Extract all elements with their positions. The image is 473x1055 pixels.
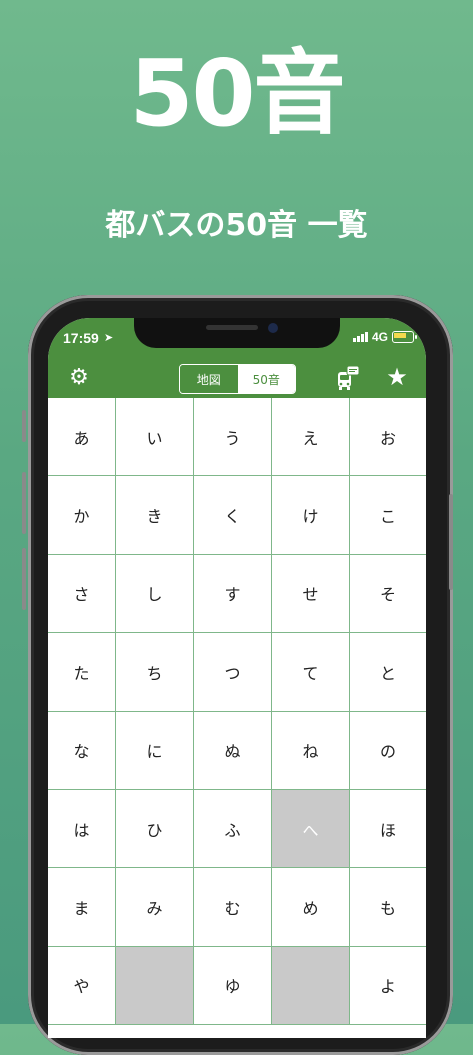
kana-cell[interactable]: ね (272, 711, 350, 790)
kana-cell[interactable]: こ (350, 476, 426, 555)
phone-volume-down-button (22, 548, 26, 610)
kana-cell[interactable]: も (350, 868, 426, 947)
kana-cell[interactable]: い (116, 398, 194, 477)
phone-side-button (22, 410, 26, 442)
kana-cell[interactable]: し (116, 554, 194, 634)
phone-power-button (449, 494, 453, 590)
kana-cell[interactable]: あ (48, 398, 116, 477)
nav-bar: ⚙ 地図 50音 ★ (48, 360, 426, 398)
kana-cell[interactable]: き (116, 476, 194, 555)
kana-cell[interactable]: う (194, 398, 272, 477)
kana-cell[interactable]: ふ (194, 789, 272, 869)
kana-cell (272, 946, 350, 1026)
notch (134, 318, 340, 348)
kana-cell[interactable]: ゆ (194, 946, 272, 1026)
kana-cell[interactable]: ほ (350, 789, 426, 869)
kana-cell[interactable]: た (48, 633, 116, 712)
kana-cell[interactable]: ぬ (194, 711, 272, 790)
kana-cell[interactable]: よ (350, 946, 426, 1026)
kana-cell[interactable]: す (194, 554, 272, 634)
phone-screen: 17:59 ➤ 4G ⚙ 地図 50音 ★ あ い う え お か き く け … (48, 318, 426, 1038)
kana-cell[interactable]: か (48, 476, 116, 555)
bus-message-icon[interactable] (336, 365, 360, 391)
headline: 50音 (129, 40, 345, 147)
battery-icon (392, 331, 417, 343)
status-bar: 17:59 ➤ 4G (48, 318, 426, 360)
kana-cell[interactable]: み (116, 868, 194, 947)
status-time: 17:59 (63, 330, 99, 346)
kana-cell[interactable]: は (48, 789, 116, 869)
kana-grid: あいうえおかきくけこさしすせそたちつてとなにぬねのはひふへほまみむめもやゆよ (48, 398, 426, 1026)
kana-cell: へ (272, 789, 350, 869)
kana-cell[interactable]: ち (116, 633, 194, 712)
kana-cell[interactable]: つ (194, 633, 272, 712)
speaker (206, 325, 258, 330)
kana-cell[interactable]: の (350, 711, 426, 790)
phone-volume-up-button (22, 472, 26, 534)
kana-cell[interactable]: く (194, 476, 272, 555)
kana-cell[interactable]: そ (350, 554, 426, 634)
kana-cell[interactable]: な (48, 711, 116, 790)
kana-cell[interactable]: む (194, 868, 272, 947)
front-camera (268, 323, 278, 333)
tab-50on[interactable]: 50音 (237, 365, 295, 393)
kana-cell[interactable]: ひ (116, 789, 194, 869)
kana-cell[interactable]: て (272, 633, 350, 712)
gear-icon[interactable]: ⚙ (67, 366, 91, 390)
subheadline: 都バスの50音 一覧 (105, 208, 368, 243)
status-icons: 4G (352, 330, 417, 344)
kana-cell[interactable]: と (350, 633, 426, 712)
kana-cell[interactable]: お (350, 398, 426, 477)
kana-cell[interactable]: に (116, 711, 194, 790)
kana-cell[interactable]: や (48, 946, 116, 1026)
view-segmented-control: 地図 50音 (179, 364, 296, 394)
kana-cell[interactable]: せ (272, 554, 350, 634)
location-arrow-icon: ➤ (104, 331, 114, 344)
kana-cell[interactable]: え (272, 398, 350, 477)
signal-icon (352, 332, 368, 342)
network-label: 4G (371, 330, 388, 344)
tab-map[interactable]: 地図 (180, 365, 238, 393)
kana-cell[interactable]: け (272, 476, 350, 555)
kana-cell[interactable]: め (272, 868, 350, 947)
star-icon[interactable]: ★ (384, 364, 410, 390)
kana-cell[interactable]: さ (48, 554, 116, 634)
kana-cell (116, 946, 194, 1026)
kana-cell[interactable]: ま (48, 868, 116, 947)
